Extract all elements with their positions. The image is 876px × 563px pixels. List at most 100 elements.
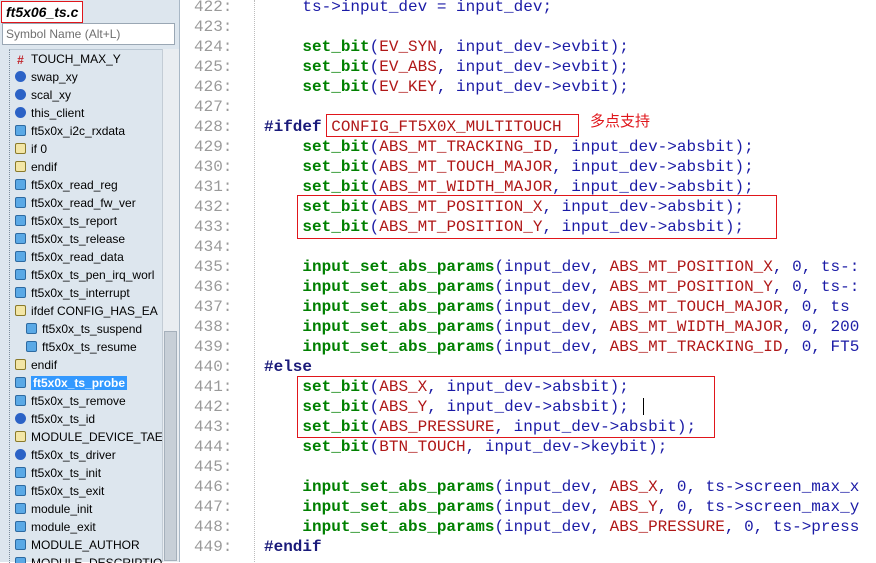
symbol-item[interactable]: −ifdef CONFIG_HAS_EA bbox=[10, 302, 172, 320]
code-text: #endif bbox=[264, 538, 322, 556]
code-line[interactable]: 424: set_bit(EV_SYN, input_dev->evbit); bbox=[180, 37, 876, 57]
symbol-item[interactable]: # TOUCH_MAX_Y bbox=[10, 50, 172, 68]
symbol-label: endif bbox=[31, 358, 58, 372]
symbol-item[interactable]: ft5x0x_read_reg bbox=[10, 176, 172, 194]
preprocessor-icon bbox=[15, 161, 26, 172]
symbol-item[interactable]: if 0 bbox=[10, 140, 172, 158]
code-line[interactable]: 429: set_bit(ABS_MT_TRACKING_ID, input_d… bbox=[180, 137, 876, 157]
code-line[interactable]: 431: set_bit(ABS_MT_WIDTH_MAJOR, input_d… bbox=[180, 177, 876, 197]
symbol-item[interactable]: ft5x0x_ts_driver bbox=[10, 446, 172, 464]
code-line[interactable]: 434: bbox=[180, 237, 876, 257]
variable-icon bbox=[15, 179, 26, 190]
preprocessor-icon bbox=[15, 431, 26, 442]
symbol-label: ifdef CONFIG_HAS_EA bbox=[31, 304, 158, 318]
code-line[interactable]: 448: input_set_abs_params(input_dev, ABS… bbox=[180, 517, 876, 537]
symbol-search-input[interactable] bbox=[2, 23, 175, 45]
function-icon bbox=[15, 71, 26, 82]
line-number: 431: bbox=[194, 178, 233, 196]
symbol-item[interactable]: ft5x0x_read_fw_ver bbox=[10, 194, 172, 212]
symbol-item[interactable]: endif bbox=[10, 356, 172, 374]
code-line[interactable]: 440: #else bbox=[180, 357, 876, 377]
code-line[interactable]: 436: input_set_abs_params(input_dev, ABS… bbox=[180, 277, 876, 297]
symbol-item[interactable]: MODULE_AUTHOR bbox=[10, 536, 172, 554]
symbol-item[interactable]: this_client bbox=[10, 104, 172, 122]
symbol-item[interactable]: ft5x0x_ts_exit bbox=[10, 482, 172, 500]
line-number: 428: bbox=[194, 118, 233, 136]
symbol-item[interactable]: ft5x0x_i2c_rxdata bbox=[10, 122, 172, 140]
highlight-box-multitouch bbox=[326, 114, 579, 137]
variable-icon bbox=[26, 323, 37, 334]
variable-icon bbox=[15, 287, 26, 298]
symbol-item[interactable]: ft5x0x_ts_release bbox=[10, 230, 172, 248]
symbol-item[interactable]: MODULE_DEVICE_TAE bbox=[10, 428, 172, 446]
code-text: input_set_abs_params(input_dev, ABS_MT_P… bbox=[302, 258, 860, 276]
symbol-item[interactable]: ft5x0x_ts_pen_irq_worl bbox=[10, 266, 172, 284]
annotation-note: 多点支持 bbox=[590, 112, 651, 130]
line-number: 440: bbox=[194, 358, 233, 376]
line-number: 442: bbox=[194, 398, 233, 416]
symbol-label: module_init bbox=[31, 502, 93, 516]
symbol-label: ft5x0x_read_reg bbox=[31, 178, 118, 192]
code-line[interactable]: 423: bbox=[180, 17, 876, 37]
code-line[interactable]: 425: set_bit(EV_ABS, input_dev->evbit); bbox=[180, 57, 876, 77]
symbol-item[interactable]: ft5x0x_ts_report bbox=[10, 212, 172, 230]
highlight-box-position bbox=[297, 195, 777, 239]
line-number: 447: bbox=[194, 498, 233, 516]
symbol-item[interactable]: ft5x0x_ts_id bbox=[10, 410, 172, 428]
symbol-list: # TOUCH_MAX_Y swap_xy scal_xy this_client ft5… bbox=[9, 49, 172, 563]
code-line[interactable]: 439: input_set_abs_params(input_dev, ABS… bbox=[180, 337, 876, 357]
file-title[interactable]: ft5x06_ts.c bbox=[1, 1, 84, 23]
preprocessor-icon bbox=[15, 143, 26, 154]
code-line[interactable]: 435: input_set_abs_params(input_dev, ABS… bbox=[180, 257, 876, 277]
symbol-label: ft5x0x_ts_driver bbox=[31, 448, 116, 462]
line-number: 436: bbox=[194, 278, 233, 296]
symbol-item[interactable]: module_exit bbox=[10, 518, 172, 536]
symbol-item[interactable]: scal_xy bbox=[10, 86, 172, 104]
symbol-label: endif bbox=[31, 160, 58, 174]
symbol-item[interactable]: ft5x0x_ts_remove bbox=[10, 392, 172, 410]
symbol-item[interactable]: ft5x0x_ts_probe bbox=[10, 374, 172, 392]
macro-icon: # bbox=[17, 53, 24, 67]
text-caret bbox=[643, 398, 644, 415]
symbol-item[interactable]: ft5x0x_ts_resume bbox=[10, 338, 172, 356]
function-icon bbox=[15, 107, 26, 118]
variable-icon bbox=[15, 215, 26, 226]
symbol-item[interactable]: ft5x0x_read_data bbox=[10, 248, 172, 266]
code-line[interactable]: 437: input_set_abs_params(input_dev, ABS… bbox=[180, 297, 876, 317]
symbol-item[interactable]: ft5x0x_ts_init bbox=[10, 464, 172, 482]
code-editor[interactable]: 422: ts->input_dev = input_dev; 423: 424: … bbox=[180, 0, 876, 562]
symbol-item[interactable]: endif bbox=[10, 158, 172, 176]
code-line[interactable]: 447: input_set_abs_params(input_dev, ABS… bbox=[180, 497, 876, 517]
symbol-list-scrollbar[interactable] bbox=[162, 49, 179, 562]
line-number: 432: bbox=[194, 198, 233, 216]
symbol-label: ft5x0x_ts_resume bbox=[42, 340, 137, 354]
line-number: 437: bbox=[194, 298, 233, 316]
symbol-label: ft5x0x_ts_exit bbox=[31, 484, 105, 498]
code-line[interactable]: 426: set_bit(EV_KEY, input_dev->evbit); bbox=[180, 77, 876, 97]
code-text: set_bit(ABS_MT_WIDTH_MAJOR, input_dev->a… bbox=[302, 178, 754, 196]
code-line[interactable]: 438: input_set_abs_params(input_dev, ABS… bbox=[180, 317, 876, 337]
code-line[interactable]: 422: ts->input_dev = input_dev; bbox=[180, 0, 876, 17]
variable-icon bbox=[15, 269, 26, 280]
code-text: set_bit(ABS_MT_TRACKING_ID, input_dev->a… bbox=[302, 138, 754, 156]
symbol-item[interactable]: module_init bbox=[10, 500, 172, 518]
symbol-label: module_exit bbox=[31, 520, 96, 534]
symbol-item[interactable]: ft5x0x_ts_interrupt bbox=[10, 284, 172, 302]
symbol-label: swap_xy bbox=[31, 70, 78, 84]
line-number: 439: bbox=[194, 338, 233, 356]
variable-icon bbox=[15, 233, 26, 244]
code-line[interactable]: 430: set_bit(ABS_MT_TOUCH_MAJOR, input_d… bbox=[180, 157, 876, 177]
symbol-label: ft5x0x_ts_probe bbox=[31, 376, 128, 390]
code-line[interactable]: 444: set_bit(BTN_TOUCH, input_dev->keybi… bbox=[180, 437, 876, 457]
symbol-label: MODULE_AUTHOR bbox=[31, 538, 140, 552]
code-line[interactable]: 445: bbox=[180, 457, 876, 477]
code-text: input_set_abs_params(input_dev, ABS_PRES… bbox=[302, 518, 860, 536]
symbol-item[interactable]: ft5x0x_ts_suspend bbox=[10, 320, 172, 338]
symbol-item[interactable]: swap_xy bbox=[10, 68, 172, 86]
scrollbar-thumb[interactable] bbox=[164, 331, 177, 561]
code-text: input_set_abs_params(input_dev, ABS_MT_T… bbox=[302, 338, 860, 356]
code-line[interactable]: 449: #endif bbox=[180, 537, 876, 557]
code-text: input_set_abs_params(input_dev, ABS_MT_W… bbox=[302, 318, 860, 336]
variable-icon bbox=[15, 539, 26, 550]
code-line[interactable]: 446: input_set_abs_params(input_dev, ABS… bbox=[180, 477, 876, 497]
